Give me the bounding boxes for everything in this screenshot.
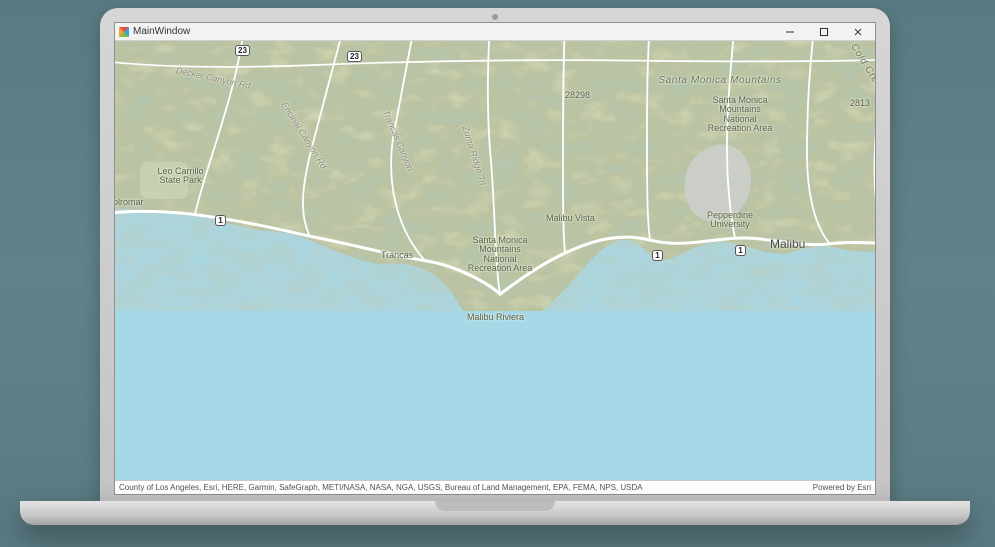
laptop-mockup: MainWindow	[100, 8, 890, 525]
maximize-button[interactable]	[807, 23, 841, 40]
trackpad-notch	[435, 501, 555, 511]
laptop-bezel: MainWindow	[100, 8, 890, 501]
maximize-icon	[819, 27, 829, 37]
route-shield-sr1-mid: 1	[652, 250, 663, 261]
app-icon	[119, 27, 129, 37]
window-titlebar[interactable]: MainWindow	[115, 23, 875, 41]
attribution-powered-by: Powered by Esri	[813, 483, 871, 492]
minimize-icon	[785, 27, 795, 37]
app-window: MainWindow	[114, 22, 876, 495]
minimize-button[interactable]	[773, 23, 807, 40]
route-shield-sr23-south: 23	[347, 51, 362, 62]
laptop-camera	[492, 14, 498, 20]
route-shield-sr1-west: 1	[215, 215, 226, 226]
map-view[interactable]: Santa Monica Mountains 28298 2813 Cold C…	[115, 41, 875, 480]
laptop-base	[20, 501, 970, 525]
map-terrain	[115, 41, 875, 311]
map-attribution-bar: County of Los Angeles, Esri, HERE, Garmi…	[115, 480, 875, 494]
close-icon	[853, 27, 863, 37]
window-title: MainWindow	[133, 26, 190, 37]
close-button[interactable]	[841, 23, 875, 40]
label-malibu-riviera: Malibu Riviera	[467, 313, 524, 322]
route-shield-sr23-north: 23	[235, 45, 250, 56]
attribution-sources: County of Los Angeles, Esri, HERE, Garmi…	[119, 483, 643, 492]
route-shield-sr1-east: 1	[735, 245, 746, 256]
